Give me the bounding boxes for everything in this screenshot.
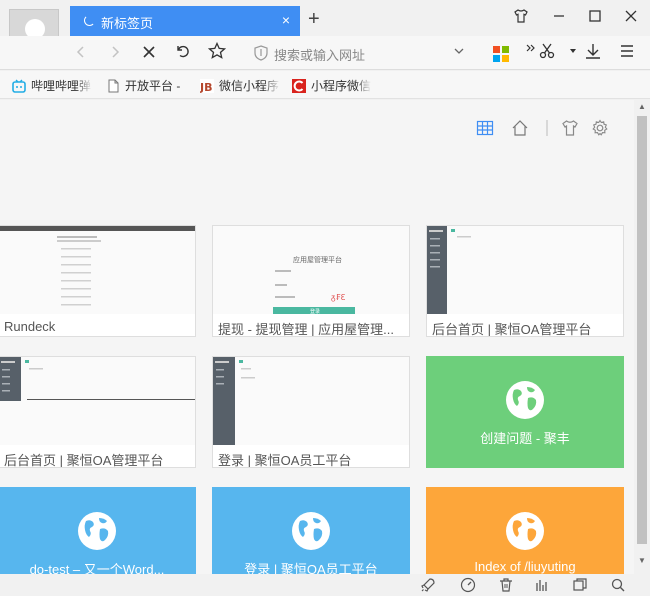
- tab-close-button[interactable]: ×: [282, 12, 290, 28]
- undo-close-tab-button[interactable]: [172, 42, 194, 64]
- thumb-login-label: 登录: [310, 308, 320, 314]
- maximize-button[interactable]: [584, 8, 606, 28]
- tile-caption: do-test – 又一个Word...: [29, 562, 165, 574]
- c-icon: [292, 79, 306, 93]
- menu-hamburger-icon[interactable]: [616, 42, 638, 64]
- speed-dial-tile[interactable]: do-test – 又一个Word...: [0, 487, 196, 574]
- speedometer-icon[interactable]: [460, 577, 476, 593]
- tab-title: 新标签页: [101, 16, 154, 31]
- settings-gear-icon[interactable]: [590, 118, 610, 138]
- scroll-thumb[interactable]: [637, 116, 647, 544]
- tile-thumbnail: [213, 357, 409, 445]
- loading-spinner-icon: [84, 15, 95, 26]
- address-placeholder: 搜索或输入网址: [274, 48, 366, 63]
- tile-caption: 后台首页 | 聚恒OA管理平台: [432, 322, 592, 337]
- tile-caption: 后台首页 | 聚恒OA管理平台: [4, 453, 164, 468]
- rocket-icon[interactable]: [420, 577, 436, 593]
- status-bar: [0, 574, 650, 596]
- bilibili-icon: [12, 79, 26, 93]
- stop-loading-button[interactable]: [138, 42, 160, 64]
- address-dropdown-chevron-icon[interactable]: [448, 42, 470, 64]
- globe-icon: [78, 512, 116, 550]
- scissors-dropdown-icon[interactable]: [562, 42, 584, 64]
- speed-dial-tile[interactable]: 创建问题 - 聚丰: [426, 356, 624, 468]
- thumb-app-platform-title: 应用屋管理平台: [293, 255, 342, 264]
- navigation-bar: 搜索或输入网址: [0, 36, 650, 70]
- jb-icon: JB: [200, 79, 214, 93]
- shield-icon: [254, 45, 268, 61]
- tile-thumbnail: [0, 357, 195, 445]
- globe-icon: [506, 512, 544, 550]
- speed-dial-tile[interactable]: 后台首页 | 聚恒OA管理平台: [426, 225, 624, 337]
- download-icon[interactable]: [582, 42, 604, 64]
- tile-caption: Rundeck: [4, 319, 56, 334]
- speed-dial-tile[interactable]: Index of /liuyuting: [426, 487, 624, 574]
- tab-new-tab[interactable]: 新标签页 ×: [70, 6, 300, 36]
- screenshot-scissors-icon[interactable]: [536, 42, 558, 64]
- speed-dial-tile[interactable]: 登录 | 聚恒OA员工平台: [212, 487, 410, 574]
- page-icon: [108, 79, 119, 93]
- tile-caption: 登录 | 聚恒OA员工平台: [218, 453, 352, 468]
- tile-caption: Index of /liuyuting: [474, 559, 576, 574]
- bookmark-label: 开放平台 -: [125, 79, 181, 93]
- globe-icon: [292, 512, 330, 550]
- window-restore-icon[interactable]: [572, 577, 588, 593]
- skin-shirt-icon[interactable]: [510, 8, 532, 28]
- scroll-up-arrow-icon[interactable]: ▲: [638, 102, 646, 111]
- audio-levels-icon[interactable]: [534, 577, 550, 593]
- favorite-star-button[interactable]: [206, 41, 228, 64]
- tile-caption: 登录 | 聚恒OA员工平台: [244, 562, 378, 574]
- bookmark-item[interactable]: JB 微信小程序: [200, 77, 280, 95]
- zoom-search-icon[interactable]: [610, 577, 626, 593]
- bookmark-item[interactable]: 哔哩哔哩弹: [12, 77, 92, 95]
- forward-button[interactable]: [104, 42, 126, 64]
- bookmark-item[interactable]: 开放平台 -: [106, 77, 186, 95]
- speed-dial-tile[interactable]: 后台首页 | 聚恒OA管理平台: [0, 356, 196, 468]
- tile-thumbnail: 应用屋管理平台 ᵹ₣Ɛ 登录: [213, 226, 409, 315]
- speed-dial-tile[interactable]: 登录 | 聚恒OA员工平台: [212, 356, 410, 468]
- bookmarks-bar: 哔哩哔哩弹 开放平台 - JB 微信小程序 小程序微信: [0, 71, 650, 99]
- tile-caption: 创建问题 - 聚丰: [480, 431, 570, 446]
- address-bar[interactable]: 搜索或输入网址: [250, 40, 470, 66]
- close-window-button[interactable]: [620, 8, 642, 28]
- back-button[interactable]: [70, 42, 92, 64]
- svg-text:JB: JB: [200, 81, 212, 93]
- scroll-down-arrow-icon[interactable]: ▼: [638, 556, 646, 565]
- trash-icon[interactable]: [498, 577, 514, 593]
- new-tab-button[interactable]: +: [308, 8, 320, 30]
- apps-grid-icon[interactable]: [493, 46, 509, 62]
- svg-text:ᵹ₣Ɛ: ᵹ₣Ɛ: [331, 293, 346, 302]
- new-tab-page: Rundeck 应用屋管理平台 ᵹ₣Ɛ 登录 提现 - 提现管理 | 应用屋管理…: [0, 100, 634, 574]
- tile-caption: 提现 - 提现管理 | 应用屋管理...: [218, 322, 394, 337]
- bookmark-item[interactable]: 小程序微信: [292, 77, 372, 95]
- skin-shirt-icon[interactable]: [560, 118, 580, 138]
- toolbar-divider: [537, 118, 557, 138]
- minimize-button[interactable]: [548, 8, 570, 28]
- grid-view-icon[interactable]: [475, 118, 495, 138]
- speed-dial-tile[interactable]: Rundeck: [0, 225, 196, 337]
- home-icon[interactable]: [510, 118, 530, 138]
- tile-thumbnail: [0, 226, 195, 314]
- speed-dial-tile[interactable]: 应用屋管理平台 ᵹ₣Ɛ 登录 提现 - 提现管理 | 应用屋管理...: [212, 225, 410, 337]
- globe-icon: [506, 381, 544, 419]
- vertical-scrollbar[interactable]: ▲ ▼: [634, 100, 650, 574]
- title-bar: 新标签页 × +: [0, 0, 650, 59]
- tile-thumbnail: [427, 226, 623, 314]
